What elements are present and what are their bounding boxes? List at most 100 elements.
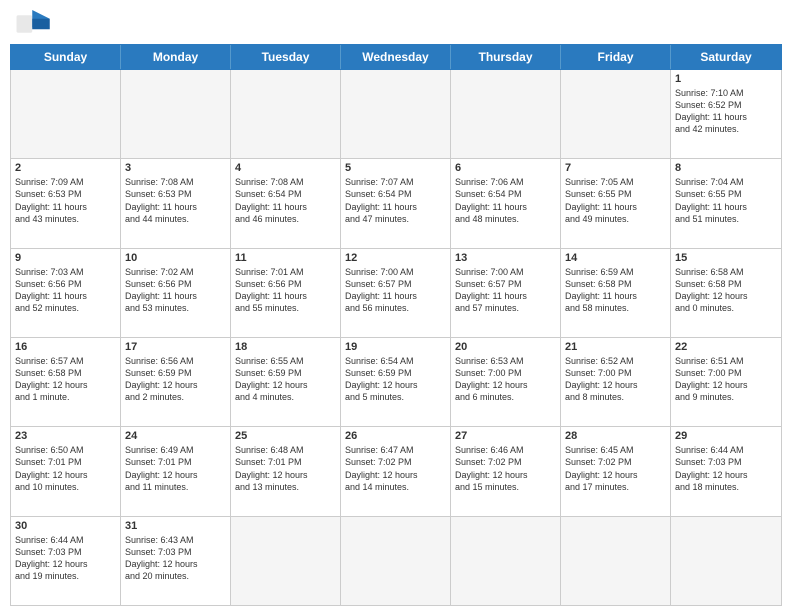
day-number: 30 xyxy=(15,520,116,532)
calendar-cell: 5 Sunrise: 7:07 AM Sunset: 6:54 PM Daylig… xyxy=(341,159,451,247)
calendar-cell xyxy=(561,517,671,605)
calendar-cell: 29 Sunrise: 6:44 AM Sunset: 7:03 PM Dayli… xyxy=(671,427,781,515)
day-number: 23 xyxy=(15,430,116,442)
calendar-cell: 8 Sunrise: 7:04 AM Sunset: 6:55 PM Daylig… xyxy=(671,159,781,247)
day-info: Sunrise: 6:44 AM Sunset: 7:03 PM Dayligh… xyxy=(15,534,116,583)
day-info: Sunrise: 7:09 AM Sunset: 6:53 PM Dayligh… xyxy=(15,176,116,225)
calendar-cell: 25 Sunrise: 6:48 AM Sunset: 7:01 PM Dayli… xyxy=(231,427,341,515)
day-number: 20 xyxy=(455,341,556,353)
calendar-cell xyxy=(121,70,231,158)
day-info: Sunrise: 7:10 AM Sunset: 6:52 PM Dayligh… xyxy=(675,87,777,136)
calendar-cell: 18 Sunrise: 6:55 AM Sunset: 6:59 PM Dayli… xyxy=(231,338,341,426)
day-number: 16 xyxy=(15,341,116,353)
weekday-header: Saturday xyxy=(671,45,781,69)
weekday-header: Friday xyxy=(561,45,671,69)
calendar-cell: 30 Sunrise: 6:44 AM Sunset: 7:03 PM Dayli… xyxy=(11,517,121,605)
day-info: Sunrise: 6:59 AM Sunset: 6:58 PM Dayligh… xyxy=(565,266,666,315)
page: SundayMondayTuesdayWednesdayThursdayFrid… xyxy=(0,0,792,612)
calendar-cell xyxy=(451,70,561,158)
calendar-cell xyxy=(231,517,341,605)
calendar-cell: 17 Sunrise: 6:56 AM Sunset: 6:59 PM Dayli… xyxy=(121,338,231,426)
day-number: 27 xyxy=(455,430,556,442)
day-number: 5 xyxy=(345,162,446,174)
calendar-cell xyxy=(561,70,671,158)
day-number: 25 xyxy=(235,430,336,442)
calendar-row: 30 Sunrise: 6:44 AM Sunset: 7:03 PM Dayli… xyxy=(11,516,781,605)
day-number: 31 xyxy=(125,520,226,532)
day-info: Sunrise: 6:49 AM Sunset: 7:01 PM Dayligh… xyxy=(125,444,226,493)
day-info: Sunrise: 6:43 AM Sunset: 7:03 PM Dayligh… xyxy=(125,534,226,583)
day-info: Sunrise: 6:52 AM Sunset: 7:00 PM Dayligh… xyxy=(565,355,666,404)
day-info: Sunrise: 6:48 AM Sunset: 7:01 PM Dayligh… xyxy=(235,444,336,493)
weekday-header: Monday xyxy=(121,45,231,69)
calendar: SundayMondayTuesdayWednesdayThursdayFrid… xyxy=(0,44,792,612)
calendar-cell: 11Sunrise: 7:01 AM Sunset: 6:56 PM Dayli… xyxy=(231,249,341,337)
day-number: 2 xyxy=(15,162,116,174)
calendar-cell: 26 Sunrise: 6:47 AM Sunset: 7:02 PM Dayli… xyxy=(341,427,451,515)
calendar-cell: 2 Sunrise: 7:09 AM Sunset: 6:53 PM Daylig… xyxy=(11,159,121,247)
calendar-row: 9Sunrise: 7:03 AM Sunset: 6:56 PM Daylig… xyxy=(11,248,781,337)
weekday-header: Sunday xyxy=(11,45,121,69)
day-info: Sunrise: 6:54 AM Sunset: 6:59 PM Dayligh… xyxy=(345,355,446,404)
calendar-cell: 21Sunrise: 6:52 AM Sunset: 7:00 PM Dayli… xyxy=(561,338,671,426)
calendar-cell: 16Sunrise: 6:57 AM Sunset: 6:58 PM Dayli… xyxy=(11,338,121,426)
day-info: Sunrise: 7:00 AM Sunset: 6:57 PM Dayligh… xyxy=(455,266,556,315)
day-info: Sunrise: 7:06 AM Sunset: 6:54 PM Dayligh… xyxy=(455,176,556,225)
day-number: 6 xyxy=(455,162,556,174)
day-info: Sunrise: 6:56 AM Sunset: 6:59 PM Dayligh… xyxy=(125,355,226,404)
day-number: 11 xyxy=(235,252,336,264)
day-info: Sunrise: 7:04 AM Sunset: 6:55 PM Dayligh… xyxy=(675,176,777,225)
day-number: 8 xyxy=(675,162,777,174)
day-number: 22 xyxy=(675,341,777,353)
calendar-row: 1Sunrise: 7:10 AM Sunset: 6:52 PM Daylig… xyxy=(11,70,781,158)
calendar-cell: 24Sunrise: 6:49 AM Sunset: 7:01 PM Dayli… xyxy=(121,427,231,515)
calendar-cell: 4 Sunrise: 7:08 AM Sunset: 6:54 PM Daylig… xyxy=(231,159,341,247)
calendar-cell xyxy=(671,517,781,605)
calendar-cell: 6 Sunrise: 7:06 AM Sunset: 6:54 PM Daylig… xyxy=(451,159,561,247)
calendar-body: 1Sunrise: 7:10 AM Sunset: 6:52 PM Daylig… xyxy=(10,70,782,606)
day-number: 15 xyxy=(675,252,777,264)
day-number: 28 xyxy=(565,430,666,442)
day-info: Sunrise: 7:07 AM Sunset: 6:54 PM Dayligh… xyxy=(345,176,446,225)
calendar-cell: 20Sunrise: 6:53 AM Sunset: 7:00 PM Dayli… xyxy=(451,338,561,426)
day-info: Sunrise: 6:51 AM Sunset: 7:00 PM Dayligh… xyxy=(675,355,777,404)
day-info: Sunrise: 6:50 AM Sunset: 7:01 PM Dayligh… xyxy=(15,444,116,493)
day-number: 29 xyxy=(675,430,777,442)
calendar-cell: 3 Sunrise: 7:08 AM Sunset: 6:53 PM Daylig… xyxy=(121,159,231,247)
day-info: Sunrise: 6:47 AM Sunset: 7:02 PM Dayligh… xyxy=(345,444,446,493)
day-number: 12 xyxy=(345,252,446,264)
day-number: 3 xyxy=(125,162,226,174)
day-info: Sunrise: 6:58 AM Sunset: 6:58 PM Dayligh… xyxy=(675,266,777,315)
day-info: Sunrise: 7:08 AM Sunset: 6:53 PM Dayligh… xyxy=(125,176,226,225)
day-info: Sunrise: 6:55 AM Sunset: 6:59 PM Dayligh… xyxy=(235,355,336,404)
day-number: 26 xyxy=(345,430,446,442)
day-info: Sunrise: 7:05 AM Sunset: 6:55 PM Dayligh… xyxy=(565,176,666,225)
calendar-cell: 15 Sunrise: 6:58 AM Sunset: 6:58 PM Dayli… xyxy=(671,249,781,337)
day-info: Sunrise: 6:44 AM Sunset: 7:03 PM Dayligh… xyxy=(675,444,777,493)
calendar-cell: 23 Sunrise: 6:50 AM Sunset: 7:01 PM Dayli… xyxy=(11,427,121,515)
day-info: Sunrise: 7:08 AM Sunset: 6:54 PM Dayligh… xyxy=(235,176,336,225)
calendar-cell: 13 Sunrise: 7:00 AM Sunset: 6:57 PM Dayli… xyxy=(451,249,561,337)
calendar-cell: 22 Sunrise: 6:51 AM Sunset: 7:00 PM Dayli… xyxy=(671,338,781,426)
calendar-cell xyxy=(11,70,121,158)
day-number: 18 xyxy=(235,341,336,353)
calendar-cell: 12Sunrise: 7:00 AM Sunset: 6:57 PM Dayli… xyxy=(341,249,451,337)
calendar-header: SundayMondayTuesdayWednesdayThursdayFrid… xyxy=(10,44,782,70)
day-number: 4 xyxy=(235,162,336,174)
weekday-header: Tuesday xyxy=(231,45,341,69)
calendar-cell xyxy=(451,517,561,605)
day-info: Sunrise: 7:02 AM Sunset: 6:56 PM Dayligh… xyxy=(125,266,226,315)
calendar-cell: 10Sunrise: 7:02 AM Sunset: 6:56 PM Dayli… xyxy=(121,249,231,337)
calendar-cell xyxy=(341,70,451,158)
weekday-header: Thursday xyxy=(451,45,561,69)
day-number: 17 xyxy=(125,341,226,353)
day-number: 14 xyxy=(565,252,666,264)
calendar-cell: 14 Sunrise: 6:59 AM Sunset: 6:58 PM Dayli… xyxy=(561,249,671,337)
calendar-cell xyxy=(341,517,451,605)
day-info: Sunrise: 7:03 AM Sunset: 6:56 PM Dayligh… xyxy=(15,266,116,315)
day-number: 13 xyxy=(455,252,556,264)
calendar-cell: 9Sunrise: 7:03 AM Sunset: 6:56 PM Daylig… xyxy=(11,249,121,337)
logo xyxy=(16,10,56,38)
calendar-cell: 19Sunrise: 6:54 AM Sunset: 6:59 PM Dayli… xyxy=(341,338,451,426)
day-number: 7 xyxy=(565,162,666,174)
